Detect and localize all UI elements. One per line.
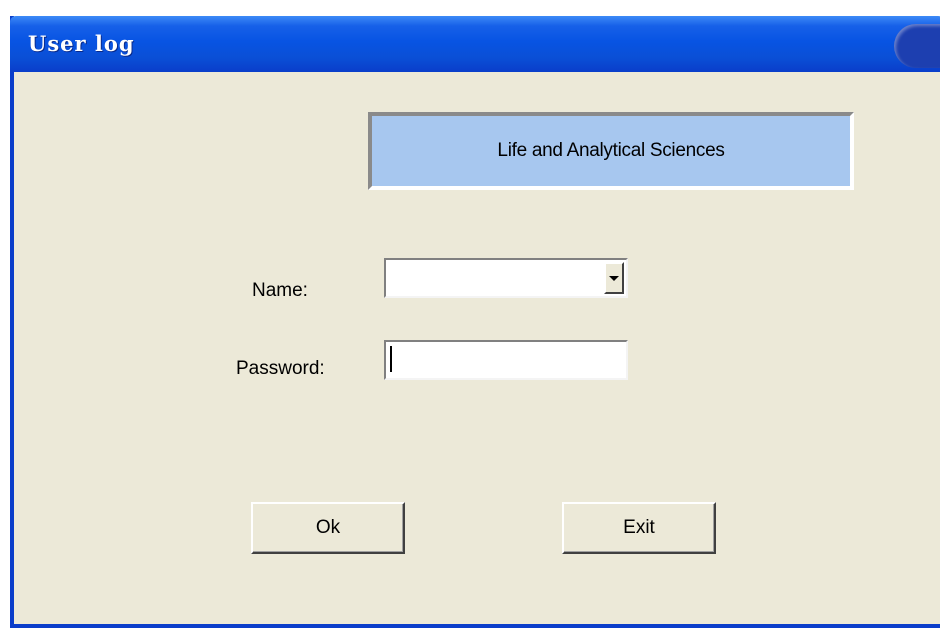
title-bar[interactable]: User log bbox=[10, 16, 940, 72]
chevron-down-icon bbox=[609, 275, 619, 281]
window-title: User log bbox=[28, 31, 135, 56]
text-caret bbox=[390, 346, 392, 372]
exit-button[interactable]: Exit bbox=[562, 502, 716, 554]
password-label: Password: bbox=[236, 358, 325, 379]
brand-text: Life and Analytical Sciences bbox=[497, 140, 725, 161]
password-input[interactable] bbox=[384, 340, 628, 380]
name-dropdown-button[interactable] bbox=[604, 262, 624, 294]
brand-banner: Life and Analytical Sciences bbox=[368, 112, 854, 190]
title-bar-decoration bbox=[894, 24, 940, 68]
name-label: Name: bbox=[252, 280, 308, 301]
user-log-dialog: User log Life and Analytical Sciences Na… bbox=[10, 16, 940, 628]
name-combobox[interactable] bbox=[384, 258, 628, 298]
ok-button[interactable]: Ok bbox=[251, 502, 405, 554]
